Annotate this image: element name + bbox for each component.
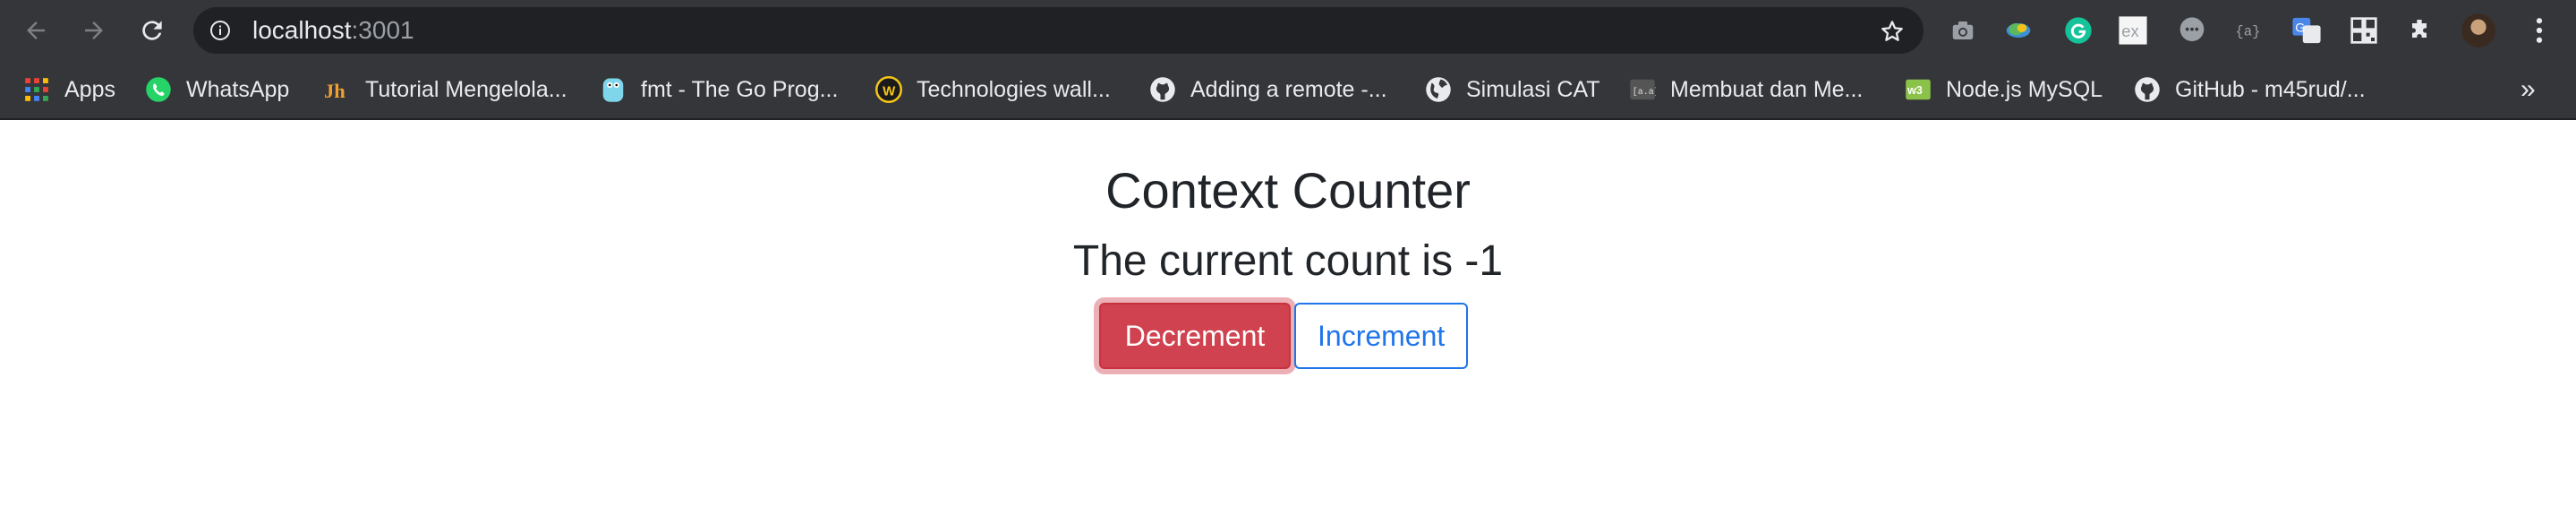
url-text: localhost:3001 [252, 7, 414, 54]
counter-button-group: Decrement Increment [1099, 303, 1468, 369]
bookmark-fmt-go[interactable]: fmt - The Go Prog... [600, 61, 838, 118]
svg-text:ex: ex [2121, 21, 2138, 40]
svg-text:Jh: Jh [324, 80, 345, 102]
decrement-button[interactable]: Decrement [1099, 303, 1291, 369]
bookmarks-overflow-button[interactable]: » [2521, 61, 2536, 118]
back-button[interactable] [18, 13, 54, 48]
bookmark-github-m45rud[interactable]: GitHub - m45rud/... [2134, 61, 2366, 118]
bookmark-adding-remote[interactable]: Adding a remote -... [1149, 61, 1387, 118]
json-extension-icon[interactable]: {a} [2234, 15, 2265, 46]
address-bar[interactable]: localhost:3001 [193, 7, 1923, 54]
chat-extension-icon[interactable] [2177, 15, 2207, 46]
bookmark-label: Simulasi CAT [1466, 76, 1600, 102]
whatsapp-icon [145, 76, 172, 103]
bookmark-label: WhatsApp [186, 76, 290, 102]
bookmark-technologies[interactable]: W Technologies wall... [875, 61, 1111, 118]
qr-code-icon[interactable] [2349, 15, 2379, 46]
bookmark-label: Node.js MySQL [1946, 76, 2103, 102]
bookmark-simulasi-cat[interactable]: Simulasi CAT [1425, 61, 1600, 118]
github-icon [2134, 76, 2161, 103]
ex-extension-icon[interactable]: ex [2118, 15, 2148, 46]
url-host: localhost [252, 16, 352, 44]
increment-button[interactable]: Increment [1294, 303, 1468, 369]
profile-avatar[interactable] [2461, 13, 2495, 47]
bookmark-label: Technologies wall... [917, 76, 1111, 102]
jh-icon: Jh [324, 76, 351, 103]
current-count-text: The current count is -1 [1072, 237, 1504, 285]
svg-text:{a}: {a} [2235, 24, 2260, 40]
svg-text:G: G [2295, 21, 2305, 35]
forward-button[interactable] [76, 13, 112, 48]
browser-toolbar: localhost:3001 ex {a} G [0, 0, 2576, 61]
reload-icon [142, 21, 162, 40]
svg-text:[a.a]: [a.a] [1633, 87, 1656, 98]
google-translate-icon[interactable]: G [2291, 15, 2322, 46]
url-port: :3001 [351, 16, 414, 44]
page-viewport: Context Counter The current count is -1 … [0, 120, 2576, 532]
bookmark-label: Apps [64, 76, 115, 102]
grammarly-icon[interactable] [2063, 15, 2094, 46]
bookmark-label: GitHub - m45rud/... [2175, 76, 2366, 102]
bookmark-star-icon[interactable] [1879, 18, 1906, 45]
reload-button[interactable] [134, 13, 170, 48]
menu-kebab-icon[interactable] [2526, 14, 2553, 47]
bookmark-apps[interactable]: Apps [23, 61, 115, 118]
bookmark-nodejs-mysql[interactable]: w3 Node.js MySQL [1905, 61, 2103, 118]
bookmark-label: Membuat dan Me... [1670, 76, 1864, 102]
bookmark-whatsapp[interactable]: WhatsApp [145, 61, 289, 118]
page-title: Context Counter [1105, 162, 1471, 219]
back-arrow-icon [27, 21, 45, 39]
svg-text:W: W [883, 83, 896, 99]
github-icon [1149, 76, 1176, 103]
apps-grid-icon [23, 76, 50, 103]
svg-text:w3: w3 [1906, 84, 1923, 97]
bookmark-membuat[interactable]: [a.a] Membuat dan Me... [1629, 61, 1863, 118]
info-icon [210, 21, 230, 40]
bookmark-label: fmt - The Go Prog... [641, 76, 839, 102]
go-gopher-icon [600, 76, 627, 103]
globe-icon [1425, 76, 1452, 103]
bookmark-tutorial[interactable]: Jh Tutorial Mengelola... [324, 61, 567, 118]
w-badge-icon: W [875, 76, 902, 103]
w3schools-icon: w3 [1905, 76, 1932, 103]
bookmark-label: Tutorial Mengelola... [365, 76, 567, 102]
code-site-icon: [a.a] [1629, 76, 1656, 103]
forward-arrow-icon [85, 21, 103, 39]
bookmarks-bar: Apps WhatsApp Jh Tutorial Mengelola... f… [0, 61, 2576, 120]
bookmark-label: Adding a remote -... [1190, 76, 1387, 102]
camera-extension-icon[interactable] [1948, 15, 1978, 46]
colorful-extension-icon[interactable] [2003, 15, 2034, 46]
extensions-puzzle-icon[interactable] [2404, 15, 2435, 46]
